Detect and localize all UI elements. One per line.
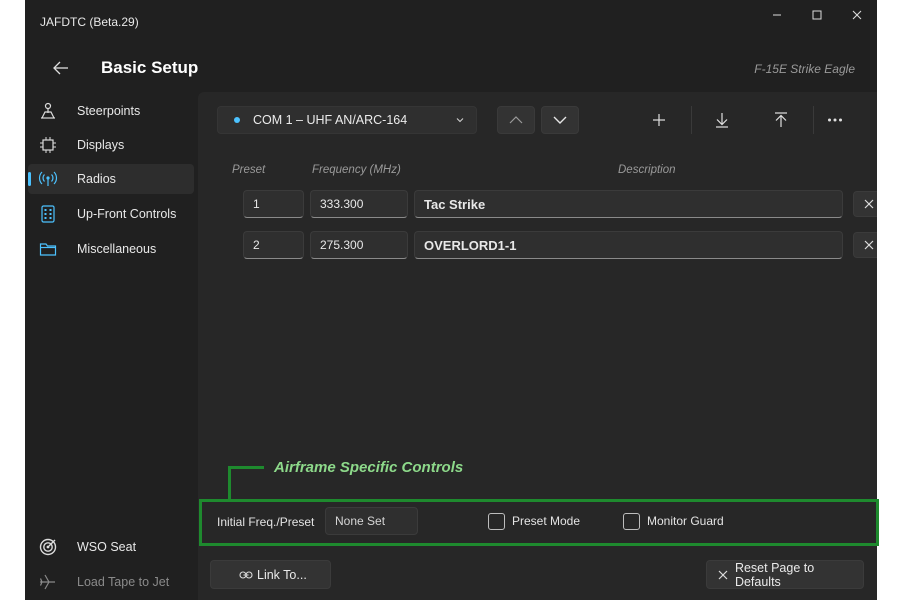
sidebar-item-displays[interactable]: Displays: [28, 130, 194, 160]
page-title: Basic Setup: [101, 58, 199, 77]
toolbar-separator: [813, 106, 814, 134]
toolbar-separator: [691, 106, 692, 134]
download-icon: [716, 113, 728, 128]
delete-row-button[interactable]: [853, 232, 877, 258]
delete-row-button[interactable]: [853, 191, 877, 217]
plus-icon: [653, 114, 665, 126]
annotation-callout-line: [228, 466, 264, 469]
description-column-header: Description: [618, 164, 676, 176]
description-field[interactable]: Tac Strike: [414, 190, 843, 218]
move-down-button[interactable]: [541, 106, 579, 134]
sidebar-item-radios[interactable]: Radios: [28, 164, 194, 194]
radio-selector-value: COM 1 – UHF AN/ARC-164: [253, 113, 408, 127]
reset-page-button[interactable]: Reset Page to Defaults: [706, 560, 864, 589]
folder-icon: [28, 234, 68, 264]
back-button[interactable]: [47, 54, 75, 82]
close-icon: [864, 199, 874, 209]
close-icon: [864, 240, 874, 250]
close-icon: [852, 10, 862, 20]
title-bar: JAFDTC (Beta.29): [25, 0, 877, 40]
sidebar-item-label: Radios: [77, 172, 116, 186]
back-arrow-icon: [53, 61, 68, 75]
chevron-up-icon: [509, 116, 523, 124]
calculator-icon: [28, 199, 68, 229]
sidebar-item-wso-seat[interactable]: WSO Seat: [28, 532, 194, 562]
frequency-field[interactable]: 275.300: [310, 231, 408, 259]
app-title: JAFDTC (Beta.29): [40, 15, 139, 29]
annotation-label: Airframe Specific Controls: [274, 459, 464, 476]
close-window-button[interactable]: [837, 4, 877, 26]
target-icon: [28, 532, 68, 562]
active-indicator: [28, 172, 31, 186]
radio-indicator-dot: [234, 117, 240, 123]
annotation-callout-line: [228, 467, 231, 500]
link-icon: [239, 571, 253, 579]
chevron-down-icon: [553, 116, 567, 124]
airframe-label: F-15E Strike Eagle: [754, 62, 855, 76]
export-button[interactable]: [762, 106, 800, 134]
more-icon: [828, 118, 842, 122]
maximize-button[interactable]: [797, 4, 837, 26]
sidebar-item-label: WSO Seat: [77, 540, 137, 554]
description-field[interactable]: OVERLORD1-1: [414, 231, 843, 259]
minimize-button[interactable]: [757, 4, 797, 26]
close-icon: [718, 570, 728, 579]
maximize-icon: [812, 10, 822, 20]
sidebar-item-load-tape[interactable]: Load Tape to Jet: [28, 567, 194, 597]
page-header: Basic Setup F-15E Strike Eagle: [25, 48, 877, 88]
sidebar-item-label: Load Tape to Jet: [77, 575, 170, 589]
sidebar-item-steerpoints[interactable]: Steerpoints: [28, 96, 194, 126]
import-button[interactable]: [703, 106, 741, 134]
preset-column-header: Preset: [232, 164, 266, 176]
sidebar: Steerpoints Displays Radios Up-Front Con…: [25, 94, 197, 600]
annotation-highlight-box: [199, 499, 879, 546]
sidebar-item-up-front-controls[interactable]: Up-Front Controls: [28, 199, 194, 229]
upload-icon: [775, 112, 787, 127]
minimize-icon: [773, 14, 781, 16]
reset-page-label: Reset Page to Defaults: [734, 560, 815, 589]
sidebar-item-label: Up-Front Controls: [77, 207, 177, 221]
sidebar-item-label: Displays: [77, 138, 125, 152]
preset-field[interactable]: 2: [243, 231, 304, 259]
add-preset-button[interactable]: [640, 106, 678, 134]
chevron-down-icon: [456, 118, 464, 123]
link-to-label: Link To...: [257, 567, 307, 582]
frequency-field[interactable]: 333.300: [310, 190, 408, 218]
chip-icon: [28, 130, 68, 160]
steerpoint-icon: [28, 96, 68, 126]
sidebar-item-miscellaneous[interactable]: Miscellaneous: [28, 234, 194, 264]
frequency-column-header: Frequency (MHz): [312, 164, 401, 176]
preset-field[interactable]: 1: [243, 190, 304, 218]
radio-antenna-icon: [28, 164, 68, 194]
airplane-icon: [28, 567, 68, 597]
more-options-button[interactable]: [816, 106, 854, 134]
link-to-button[interactable]: Link To...: [210, 560, 331, 589]
sidebar-item-label: Steerpoints: [77, 104, 141, 118]
sidebar-item-label: Miscellaneous: [77, 242, 157, 256]
radio-selector-dropdown[interactable]: COM 1 – UHF AN/ARC-164: [217, 106, 477, 134]
move-up-button[interactable]: [497, 106, 535, 134]
